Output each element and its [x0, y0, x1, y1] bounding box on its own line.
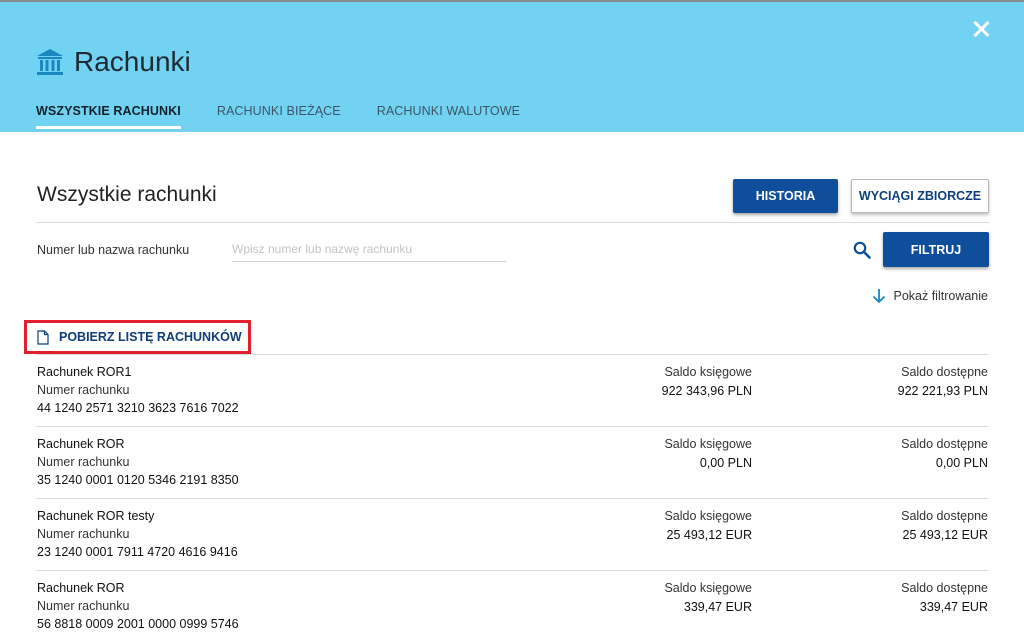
account-number: 56 8818 0009 2001 0000 0999 5746	[37, 617, 239, 631]
book-balance: Saldo księgowe 25 493,12 EUR	[664, 509, 752, 542]
history-button[interactable]: HISTORIA	[733, 179, 838, 213]
arrow-down-icon	[872, 289, 885, 304]
book-balance: Saldo księgowe 922 343,96 PLN	[662, 365, 752, 398]
page-title: Wszystkie rachunki	[37, 183, 217, 206]
filter-label: Numer lub nazwa rachunku	[37, 243, 190, 257]
book-balance-label: Saldo księgowe	[664, 581, 752, 595]
account-name: Rachunek ROR testy	[37, 509, 155, 523]
download-accounts-list-button[interactable]: POBIERZ LISTĘ RACHUNKÓW	[24, 320, 251, 354]
search-icon[interactable]	[853, 241, 871, 259]
available-balance-label: Saldo dostępne	[901, 509, 988, 523]
account-name: Rachunek ROR	[37, 437, 125, 451]
account-row[interactable]: Rachunek ROR1 Numer rachunku 44 1240 257…	[36, 354, 989, 426]
account-row[interactable]: Rachunek ROR testy Numer rachunku 23 124…	[36, 498, 989, 570]
book-balance-label: Saldo księgowe	[664, 365, 752, 379]
account-filter-input[interactable]	[232, 237, 506, 262]
account-row[interactable]: Rachunek ROR Numer rachunku 35 1240 0001…	[36, 426, 989, 498]
account-number: 35 1240 0001 0120 5346 2191 8350	[37, 473, 239, 487]
document-icon	[37, 329, 49, 345]
available-balance: Saldo dostępne 922 221,93 PLN	[898, 365, 988, 398]
available-balance-value: 0,00 PLN	[935, 456, 988, 470]
account-number-label: Numer rachunku	[37, 383, 130, 397]
available-balance-value: 922 221,93 PLN	[897, 384, 988, 398]
show-filter-toggle[interactable]: Pokaż filtrowanie	[872, 288, 989, 304]
title-row: Rachunki	[36, 46, 191, 78]
book-balance: Saldo księgowe 0,00 PLN	[664, 437, 752, 470]
tab-currency-accounts[interactable]: RACHUNKI WALUTOWE	[377, 104, 520, 129]
page-header: Rachunki WSZYSTKIE RACHUNKI RACHUNKI BIE…	[0, 0, 1024, 132]
statements-button[interactable]: WYCIĄGI ZBIORCZE	[851, 179, 989, 213]
account-number-label: Numer rachunku	[37, 599, 130, 613]
bank-icon	[37, 49, 63, 75]
account-number: 44 1240 2571 3210 3623 7616 7022	[37, 401, 239, 415]
available-balance: Saldo dostępne 0,00 PLN	[901, 437, 988, 470]
book-balance: Saldo księgowe 339,47 EUR	[664, 581, 752, 614]
filter-button[interactable]: FILTRUJ	[883, 232, 989, 267]
tab-current-accounts[interactable]: RACHUNKI BIEŻĄCE	[217, 104, 341, 129]
account-name: Rachunek ROR	[37, 581, 125, 595]
book-balance-value: 0,00 PLN	[699, 456, 752, 470]
account-name: Rachunek ROR1	[37, 365, 132, 379]
available-balance: Saldo dostępne 339,47 EUR	[901, 581, 988, 614]
available-balance: Saldo dostępne 25 493,12 EUR	[901, 509, 988, 542]
available-balance-label: Saldo dostępne	[901, 437, 988, 451]
available-balance-label: Saldo dostępne	[901, 365, 988, 379]
show-filter-label: Pokaż filtrowanie	[893, 289, 989, 303]
divider	[36, 222, 989, 223]
tab-all-accounts[interactable]: WSZYSTKIE RACHUNKI	[36, 104, 181, 129]
book-balance-value: 25 493,12 EUR	[666, 528, 752, 542]
account-number-label: Numer rachunku	[37, 527, 130, 541]
book-balance-label: Saldo księgowe	[664, 509, 752, 523]
close-icon[interactable]	[970, 18, 992, 40]
available-balance-value: 25 493,12 EUR	[902, 528, 988, 542]
book-balance-value: 922 343,96 PLN	[661, 384, 752, 398]
book-balance-label: Saldo księgowe	[664, 437, 752, 451]
account-row[interactable]: Rachunek ROR Numer rachunku 56 8818 0009…	[36, 570, 989, 642]
tab-bar: WSZYSTKIE RACHUNKI RACHUNKI BIEŻĄCE RACH…	[36, 104, 556, 129]
app-title: Rachunki	[74, 46, 191, 77]
account-number: 23 1240 0001 7911 4720 4616 9416	[37, 545, 238, 559]
available-balance-value: 339,47 EUR	[919, 600, 988, 614]
book-balance-value: 339,47 EUR	[683, 600, 752, 614]
account-number-label: Numer rachunku	[37, 455, 130, 469]
available-balance-label: Saldo dostępne	[901, 581, 988, 595]
download-accounts-list-label: POBIERZ LISTĘ RACHUNKÓW	[59, 330, 242, 344]
